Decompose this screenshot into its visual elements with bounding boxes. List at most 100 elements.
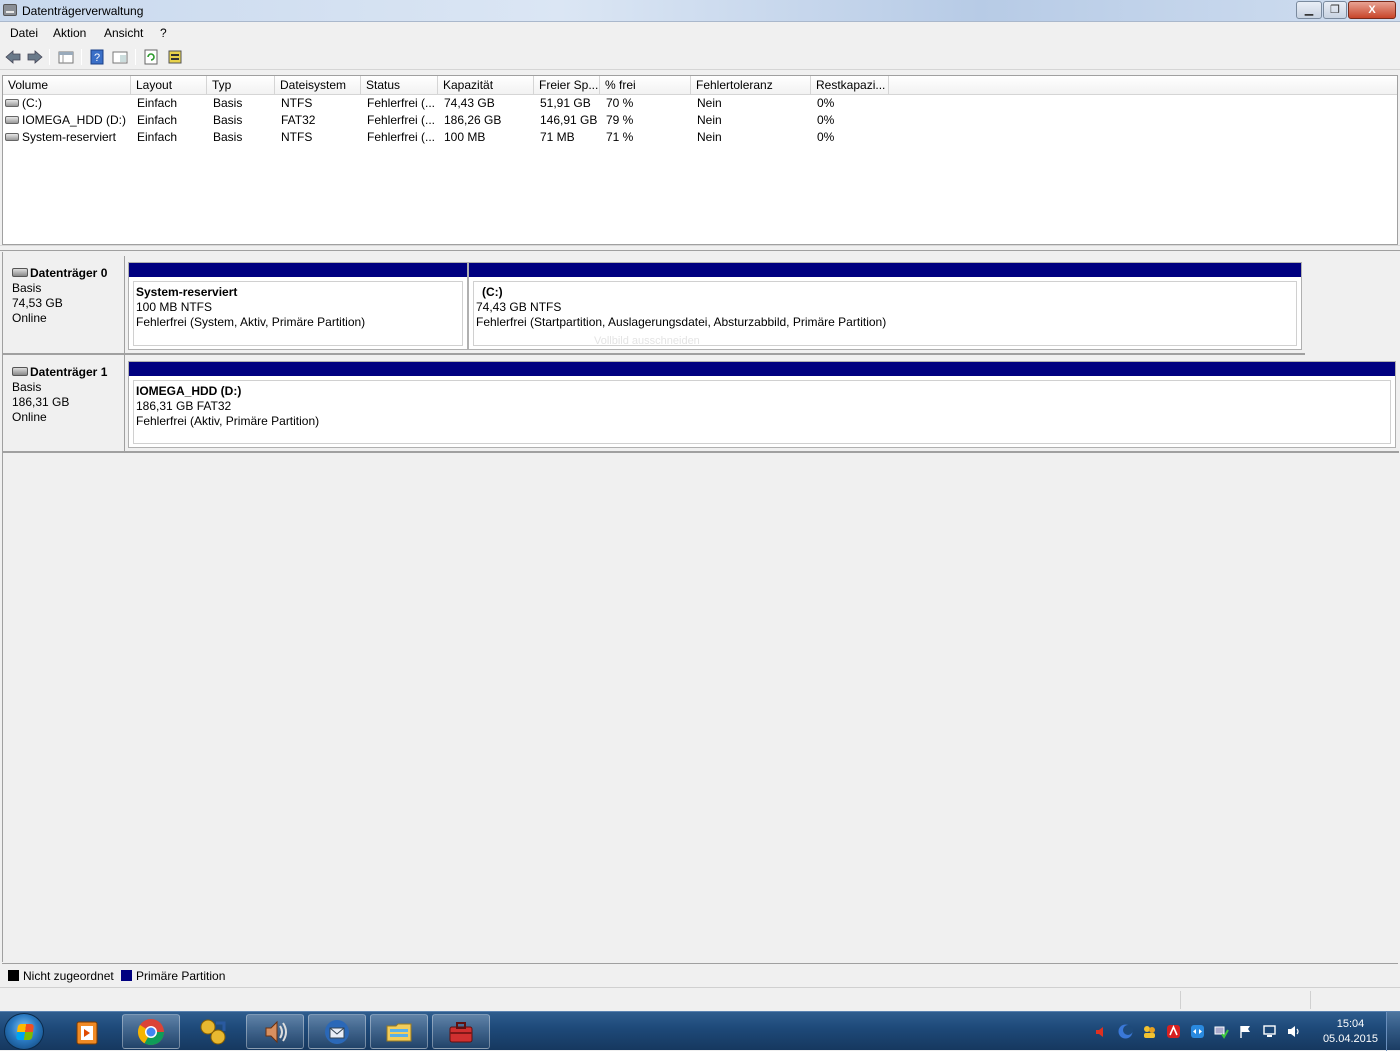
- disk-name: Datenträger 0: [30, 266, 108, 280]
- menu-datei[interactable]: Datei: [10, 26, 38, 40]
- legend-swatch-primary: [121, 970, 132, 981]
- refresh-icon[interactable]: [142, 48, 160, 66]
- table-row[interactable]: IOMEGA_HDD (D:) Einfach Basis FAT32 Fehl…: [3, 112, 1397, 129]
- thunderbird-icon[interactable]: [308, 1014, 366, 1049]
- primary-partition-bar: [129, 362, 1395, 376]
- rescan-icon[interactable]: [166, 48, 184, 66]
- action-center-flag-icon[interactable]: [1238, 1024, 1253, 1039]
- disk-icon: [12, 268, 28, 277]
- explorer-icon[interactable]: [370, 1014, 428, 1049]
- network-icon[interactable]: [1262, 1024, 1277, 1039]
- cell-prozent-frei: 71 %: [606, 130, 634, 144]
- properties-icon[interactable]: [57, 48, 75, 66]
- cell-fehlertoleranz: Nein: [697, 130, 722, 144]
- primary-partition-bar: [469, 263, 1301, 277]
- disk-label-0[interactable]: Datenträger 0 Basis 74,53 GB Online: [3, 256, 125, 355]
- volume-icon[interactable]: [1286, 1024, 1301, 1039]
- help-icon[interactable]: ?: [88, 48, 106, 66]
- maximize-button[interactable]: ❐: [1323, 1, 1347, 19]
- volume-name: IOMEGA_HDD (D:): [22, 113, 127, 127]
- forward-arrow-icon[interactable]: [26, 48, 44, 66]
- teamviewer-icon[interactable]: [1190, 1024, 1205, 1039]
- cell-typ: Basis: [213, 113, 243, 127]
- partition-size: 100 MB NTFS: [136, 300, 213, 314]
- partition-name: (C:): [482, 285, 503, 299]
- cell-volume: System-reserviert: [5, 129, 129, 146]
- disk-state: Online: [12, 410, 47, 424]
- disk-type: Basis: [12, 281, 42, 295]
- clock-time: 15:04: [1336, 1018, 1365, 1030]
- moon-icon[interactable]: [1118, 1024, 1133, 1039]
- chrome-icon[interactable]: [122, 1014, 180, 1049]
- close-button[interactable]: X: [1348, 1, 1396, 19]
- cell-typ: Basis: [213, 96, 243, 110]
- menu-help[interactable]: ?: [160, 26, 167, 40]
- toolbox-icon[interactable]: [432, 1014, 490, 1049]
- legend-swatch-unallocated: [8, 970, 19, 981]
- disk-type: Basis: [12, 380, 42, 394]
- col-fehlertoleranz[interactable]: Fehlertoleranz: [691, 76, 811, 95]
- drive-icon: [5, 132, 19, 141]
- col-typ[interactable]: Typ: [207, 76, 275, 95]
- partition-iomega[interactable]: IOMEGA_HDD (D:) 186,31 GB FAT32 Fehlerfr…: [128, 361, 1396, 448]
- col-freier-speicher[interactable]: Freier Sp...: [534, 76, 600, 95]
- games-icon[interactable]: [184, 1014, 242, 1049]
- view-icon[interactable]: [111, 48, 129, 66]
- clock[interactable]: 15:04 05.04.2015: [1323, 1017, 1378, 1047]
- cell-kapazitaet: 186,26 GB: [444, 113, 502, 127]
- drive-icon: [5, 98, 19, 107]
- cell-status: Fehlerfrei (...: [367, 130, 436, 144]
- menu-ansicht[interactable]: Ansicht: [104, 26, 143, 40]
- cell-prozent-frei: 70 %: [606, 96, 634, 110]
- partition-c[interactable]: (C:) 74,43 GB NTFS Fehlerfrei (Startpart…: [468, 262, 1302, 350]
- show-desktop-button[interactable]: [1386, 1012, 1400, 1051]
- status-bar: [0, 987, 1400, 1011]
- disk-row-0: System-reserviert 100 MB NTFS Fehlerfrei…: [125, 256, 1305, 355]
- cell-layout: Einfach: [137, 113, 178, 127]
- col-volume[interactable]: Volume: [3, 76, 131, 95]
- list-header: Volume Layout Typ Dateisystem Status Kap…: [3, 76, 1397, 95]
- cell-kapazitaet: 74,43 GB: [444, 96, 495, 110]
- people-icon[interactable]: [1142, 1024, 1157, 1039]
- disk-label-1[interactable]: Datenträger 1 Basis 186,31 GB Online: [3, 355, 125, 453]
- svg-text:?: ?: [94, 52, 100, 64]
- back-arrow-icon[interactable]: [4, 48, 22, 66]
- network-check-icon[interactable]: [1214, 1024, 1229, 1039]
- disk-management-icon: [3, 4, 17, 16]
- start-button[interactable]: [4, 1013, 44, 1050]
- cell-dateisystem: FAT32: [281, 113, 316, 127]
- partition-status: Fehlerfrei (Startpartition, Auslagerungs…: [476, 315, 887, 329]
- clock-date: 05.04.2015: [1322, 1033, 1378, 1045]
- cell-status: Fehlerfrei (...: [367, 113, 436, 127]
- volume-app-icon[interactable]: [246, 1014, 304, 1049]
- table-row[interactable]: (C:) Einfach Basis NTFS Fehlerfrei (... …: [3, 95, 1397, 112]
- col-status[interactable]: Status: [361, 76, 438, 95]
- minimize-button[interactable]: ▁: [1296, 1, 1322, 19]
- cell-restkapazitaet: 0%: [817, 96, 835, 110]
- antivirus-icon[interactable]: [1166, 1024, 1181, 1039]
- col-dateisystem[interactable]: Dateisystem: [275, 76, 361, 95]
- speaker-warning-icon[interactable]: [1093, 1024, 1108, 1039]
- toolbar: ?: [0, 44, 1400, 70]
- media-player-icon[interactable]: [58, 1014, 116, 1049]
- disk-size: 74,53 GB: [12, 296, 63, 310]
- pane-splitter[interactable]: [0, 245, 1400, 251]
- menu-bar: Datei Aktion Ansicht ?: [0, 22, 1400, 43]
- col-prozent-frei[interactable]: % frei: [600, 76, 691, 95]
- cell-fehlertoleranz: Nein: [697, 113, 722, 127]
- partition-details: (C:) 74,43 GB NTFS Fehlerfrei (Startpart…: [473, 281, 1297, 347]
- col-kapazitaet[interactable]: Kapazität: [438, 76, 534, 95]
- partition-system-reserved[interactable]: System-reserviert 100 MB NTFS Fehlerfrei…: [128, 262, 468, 350]
- cell-prozent-frei: 79 %: [606, 113, 634, 127]
- cell-status: Fehlerfrei (...: [367, 96, 436, 110]
- overlay-text: Vollbild ausschneiden: [594, 335, 700, 347]
- partition-name: IOMEGA_HDD (D:): [136, 384, 242, 398]
- col-layout[interactable]: Layout: [131, 76, 207, 95]
- disk-state: Online: [12, 311, 47, 325]
- table-row[interactable]: System-reserviert Einfach Basis NTFS Feh…: [3, 129, 1397, 146]
- legend: Nicht zugeordnet Primäre Partition: [2, 963, 1398, 985]
- menu-aktion[interactable]: Aktion: [53, 26, 86, 40]
- legend-unallocated: Nicht zugeordnet: [23, 969, 114, 983]
- drive-icon: [5, 115, 19, 124]
- col-restkapazitaet[interactable]: Restkapazi...: [811, 76, 889, 95]
